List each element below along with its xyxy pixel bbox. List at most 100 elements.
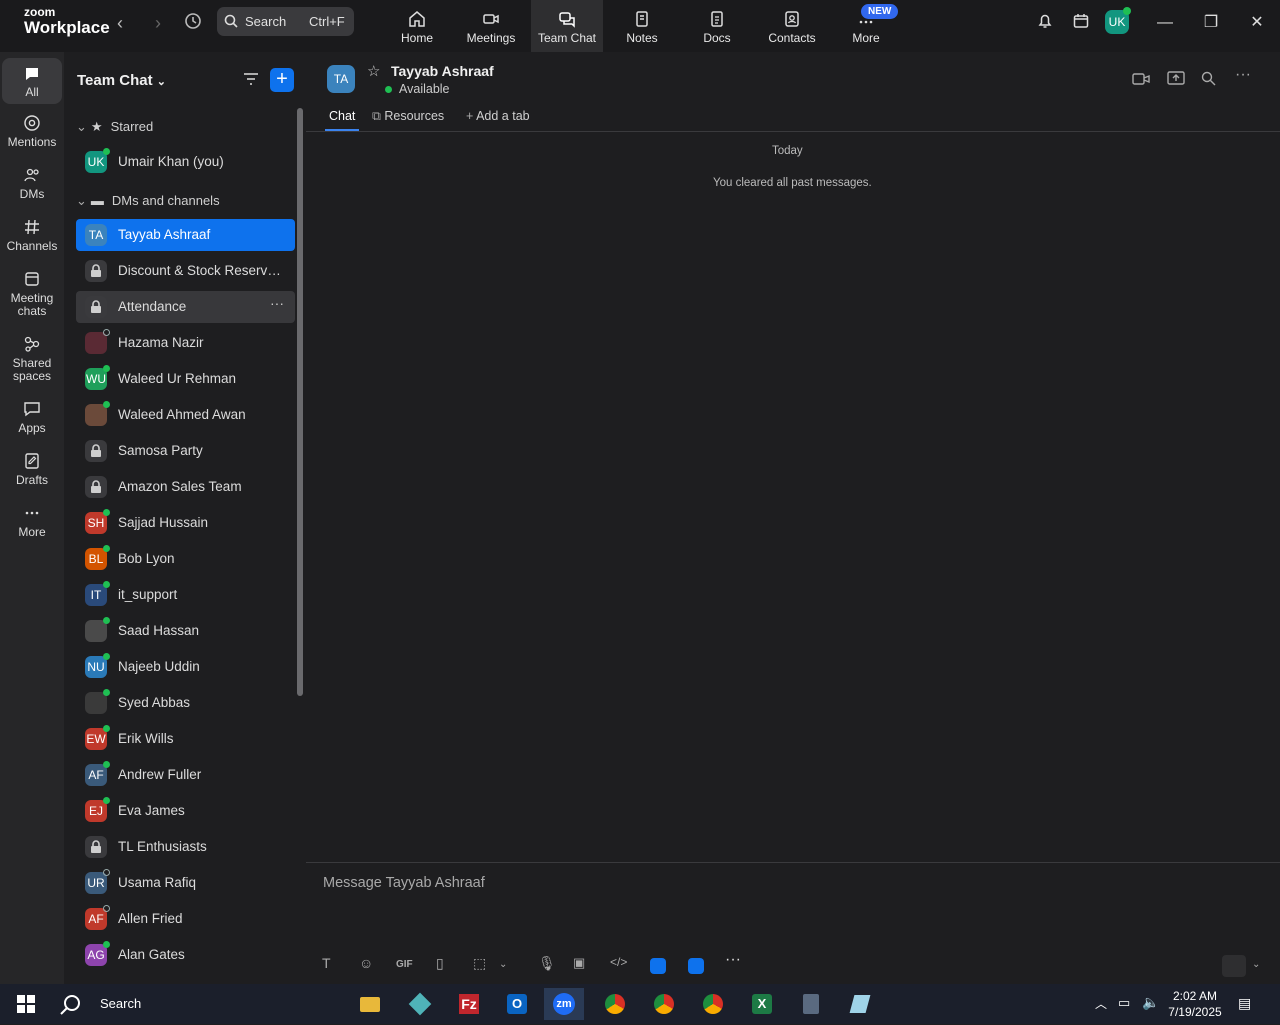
app-icon[interactable] xyxy=(840,988,880,1020)
tab-add[interactable]: + Add a tab xyxy=(466,109,530,123)
rail-shared-spaces[interactable]: Shared spaces xyxy=(2,335,62,383)
list-item[interactable]: SH Sajjad Hussain xyxy=(76,507,295,539)
list-item[interactable]: AF Andrew Fuller xyxy=(76,759,295,791)
list-item[interactable]: EJ Eva James xyxy=(76,795,295,827)
video-message-icon[interactable]: ▣ xyxy=(573,955,585,971)
list-item-label: Eva James xyxy=(118,803,185,818)
rail-drafts[interactable]: Drafts xyxy=(2,452,62,487)
list-item[interactable]: TA Tayyab Ashraaf xyxy=(76,219,295,251)
list-item[interactable]: UK Umair Khan (you) xyxy=(76,146,295,178)
minimize-icon[interactable]: — xyxy=(1153,12,1177,34)
app-icon[interactable] xyxy=(650,958,666,974)
video-call-icon[interactable] xyxy=(1132,71,1150,92)
hash-icon xyxy=(25,219,39,235)
search-icon[interactable] xyxy=(60,994,82,1021)
taskbar-search-label[interactable]: Search xyxy=(100,996,141,1011)
chrome-icon[interactable] xyxy=(693,988,733,1020)
notification-bell-icon[interactable] xyxy=(1033,12,1057,34)
list-item[interactable]: Attendance ··· xyxy=(76,291,295,323)
calendar-icon[interactable] xyxy=(1069,12,1093,34)
presence-dot xyxy=(103,581,110,588)
rail-channels[interactable]: Channels xyxy=(2,218,62,253)
list-item[interactable]: AG Alan Gates xyxy=(76,939,295,971)
clock[interactable]: 2:02 AM 7/19/2025 xyxy=(1162,988,1228,1020)
list-item[interactable]: BL Bob Lyon xyxy=(76,543,295,575)
nav-home[interactable]: Home xyxy=(381,0,453,52)
new-chat-button[interactable]: + xyxy=(270,68,294,92)
list-item[interactable]: Waleed Ahmed Awan xyxy=(76,399,295,431)
rail-dms[interactable]: DMs xyxy=(2,166,62,201)
nav-contacts[interactable]: Contacts xyxy=(756,0,828,52)
chevron-up-icon[interactable]: ︿ xyxy=(1095,995,1107,1012)
chrome-icon[interactable] xyxy=(595,988,635,1020)
nav-notes[interactable]: Notes xyxy=(606,0,678,52)
app-icon[interactable] xyxy=(400,988,440,1020)
list-item[interactable]: UR Usama Rafiq xyxy=(76,867,295,899)
list-item[interactable]: NU Najeeb Uddin xyxy=(76,651,295,683)
message-composer[interactable]: Message Tayyab Ashraaf T ☺ GIF ▯ ⬚ ⌄ 🎙 ▣… xyxy=(306,862,1280,984)
message-input[interactable]: Message Tayyab Ashraaf xyxy=(323,875,485,891)
history-icon[interactable] xyxy=(181,12,205,34)
network-icon[interactable]: ▭ xyxy=(1118,995,1130,1011)
back-icon[interactable]: ‹ xyxy=(108,12,132,34)
file-explorer-icon[interactable] xyxy=(350,988,390,1020)
nav-team-chat[interactable]: Team Chat xyxy=(531,0,603,52)
tab-resources[interactable]: ⧉ Resources xyxy=(372,109,444,124)
rail-more[interactable]: More xyxy=(2,504,62,539)
list-item[interactable]: TL Enthusiasts xyxy=(76,831,295,863)
section-dms-channels[interactable]: ⌄ ▬ DMs and channels xyxy=(76,193,220,209)
list-item[interactable]: Amazon Sales Team xyxy=(76,471,295,503)
list-item[interactable]: Saad Hassan xyxy=(76,615,295,647)
file-icon[interactable]: ▯ xyxy=(436,955,444,972)
notification-center-icon[interactable]: ▤ xyxy=(1238,995,1251,1012)
code-icon[interactable]: </> xyxy=(610,955,627,969)
list-item[interactable]: Discount & Stock Reservati... xyxy=(76,255,295,287)
share-screen-icon[interactable] xyxy=(1167,70,1185,91)
excel-icon[interactable]: X xyxy=(742,988,782,1020)
outlook-icon[interactable]: O xyxy=(497,988,537,1020)
app-icon[interactable] xyxy=(688,958,704,974)
more-options-icon[interactable]: ··· xyxy=(1235,66,1251,84)
rail-meeting-chats[interactable]: Meeting chats xyxy=(2,270,62,318)
more-options-icon[interactable]: ··· xyxy=(270,295,284,311)
list-item[interactable]: Samosa Party xyxy=(76,435,295,467)
chevron-down-icon[interactable]: ⌄ xyxy=(1252,959,1260,970)
scrollbar[interactable] xyxy=(297,108,303,696)
windows-start-icon[interactable] xyxy=(6,988,46,1020)
section-starred[interactable]: ⌄ ★ Starred xyxy=(76,119,153,135)
zoom-app-icon[interactable]: zm xyxy=(544,988,584,1020)
calculator-icon[interactable] xyxy=(791,988,831,1020)
screenshot-icon[interactable]: ⬚ xyxy=(473,955,486,972)
close-icon[interactable]: ✕ xyxy=(1245,12,1269,34)
list-item[interactable]: IT it_support xyxy=(76,579,295,611)
chrome-icon[interactable] xyxy=(644,988,684,1020)
restore-icon[interactable]: ❐ xyxy=(1199,12,1223,34)
filezilla-icon[interactable]: Fz xyxy=(449,988,489,1020)
emoji-icon[interactable]: ☺ xyxy=(359,955,373,971)
search-box[interactable]: Search Ctrl+F xyxy=(217,7,354,36)
list-item[interactable]: Syed Abbas xyxy=(76,687,295,719)
format-text-icon[interactable]: T xyxy=(322,955,331,971)
rail-all[interactable]: All xyxy=(2,58,62,104)
star-icon[interactable]: ☆ xyxy=(367,62,380,80)
list-item[interactable]: AF Allen Fried xyxy=(76,903,295,935)
tab-chat[interactable]: Chat xyxy=(324,109,360,131)
chat-title[interactable]: Tayyab Ashraaf xyxy=(391,63,494,79)
sidebar-title[interactable]: Team Chat ⌄ xyxy=(77,72,166,89)
list-item[interactable]: EW Erik Wills xyxy=(76,723,295,755)
forward-icon[interactable]: › xyxy=(146,12,170,34)
search-icon[interactable] xyxy=(1201,71,1216,91)
chevron-down-icon[interactable]: ⌄ xyxy=(499,959,507,970)
rail-mentions[interactable]: Mentions xyxy=(2,114,62,149)
volume-icon[interactable]: 🔈 xyxy=(1142,994,1159,1011)
nav-docs[interactable]: Docs xyxy=(681,0,753,52)
filter-icon[interactable] xyxy=(242,70,260,93)
rail-apps[interactable]: Apps xyxy=(2,400,62,435)
microphone-icon[interactable]: 🎙 xyxy=(538,955,556,972)
list-item[interactable]: WU Waleed Ur Rehman xyxy=(76,363,295,395)
gif-icon[interactable]: GIF xyxy=(396,959,413,970)
send-icon[interactable] xyxy=(1222,955,1246,977)
more-tools-icon[interactable]: ··· xyxy=(725,951,741,969)
list-item[interactable]: Hazama Nazir xyxy=(76,327,295,359)
nav-meetings[interactable]: Meetings xyxy=(455,0,527,52)
